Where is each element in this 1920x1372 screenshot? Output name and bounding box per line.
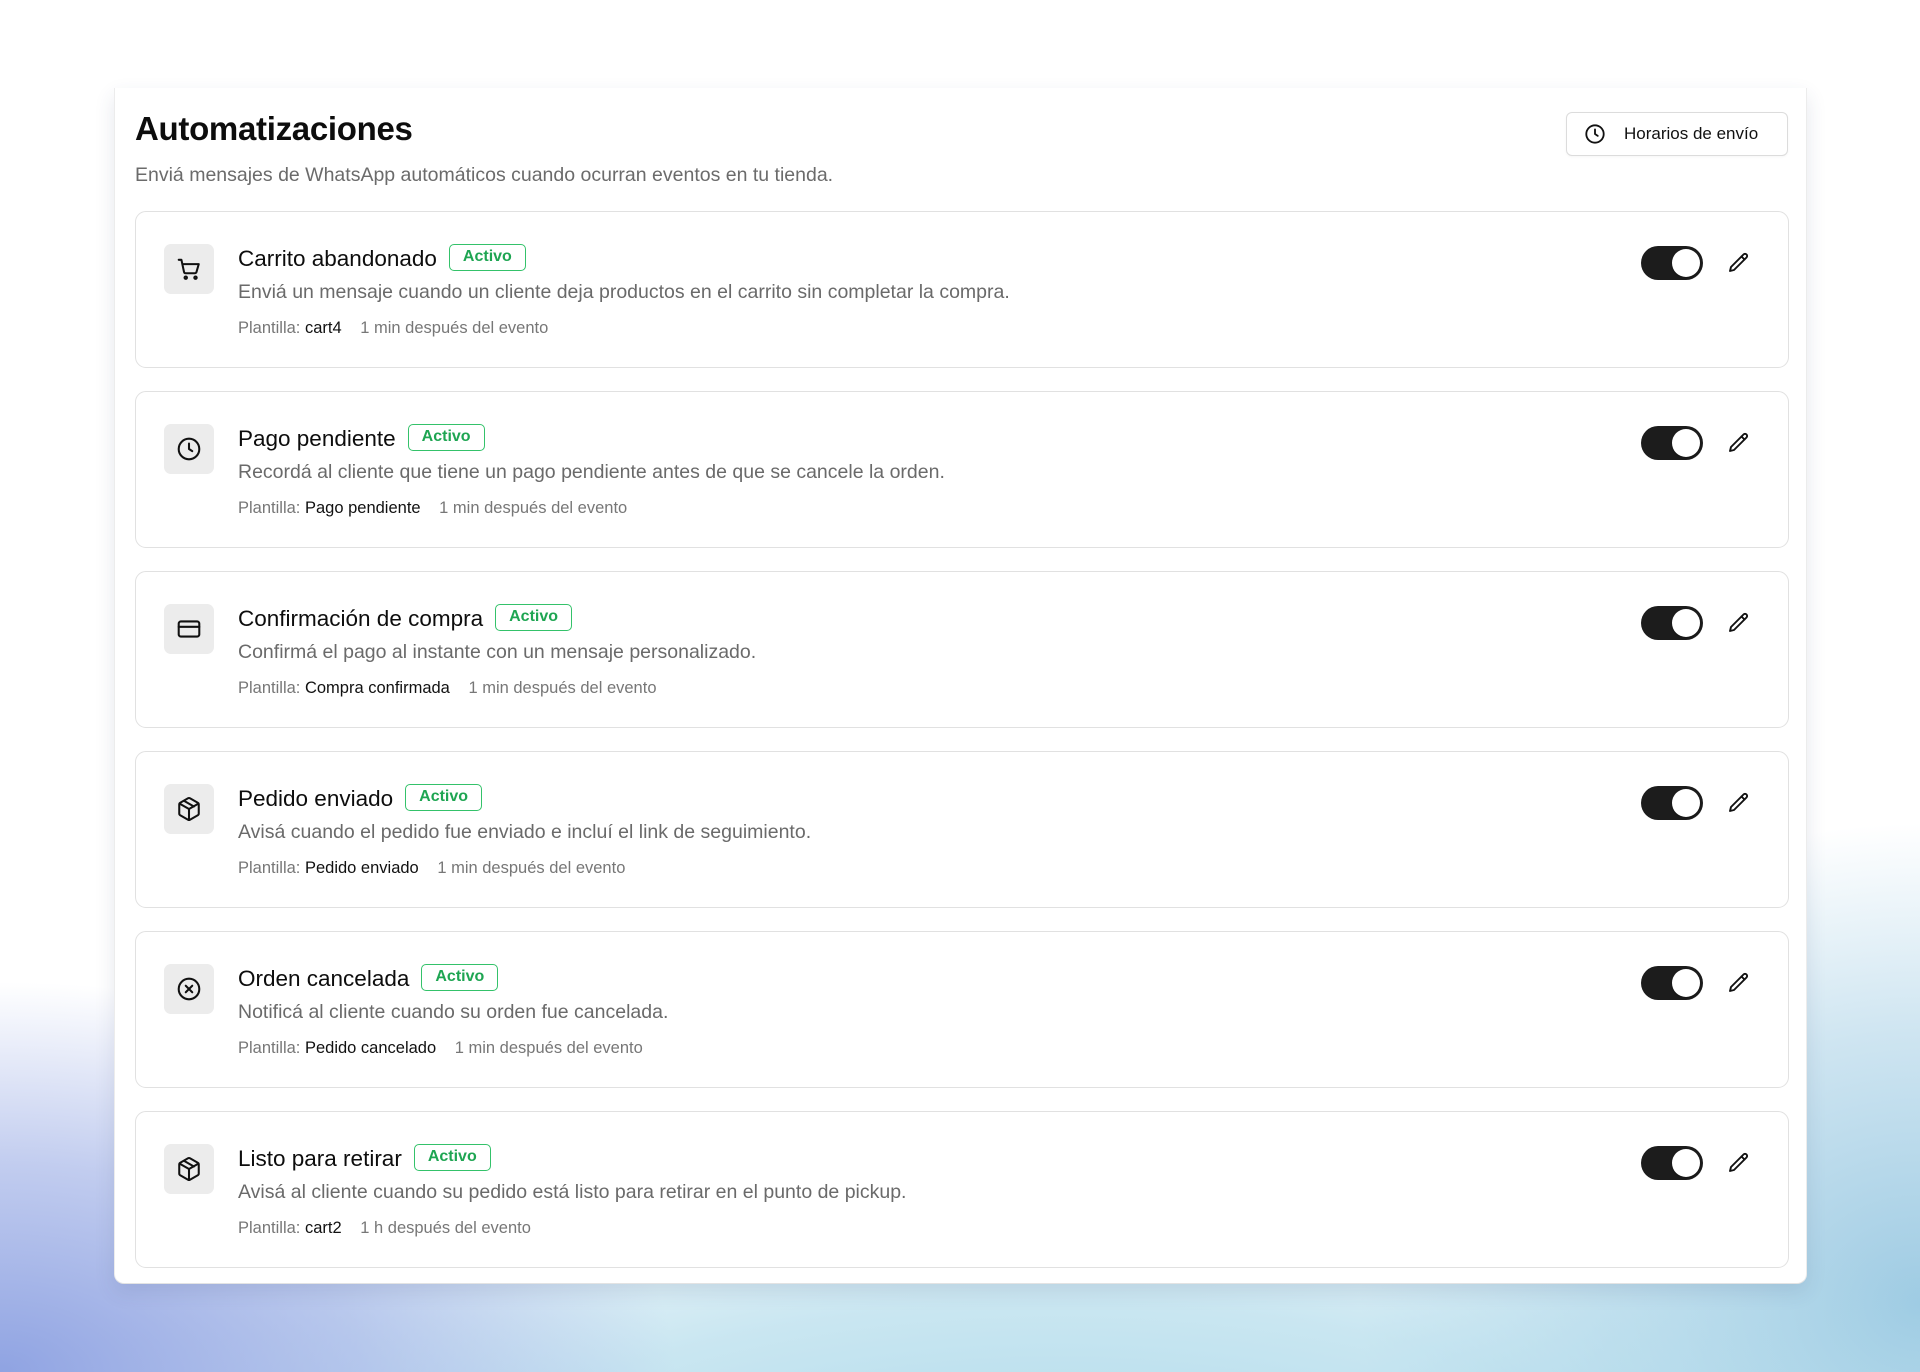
- automation-icon-box: [164, 1144, 214, 1194]
- cart-icon: [177, 258, 200, 280]
- page-header: Automatizaciones Enviá mensajes de Whats…: [135, 102, 1788, 186]
- automation-icon-box: [164, 244, 214, 294]
- automation-icon-box: [164, 424, 214, 474]
- delay-text: 1 min después del evento: [437, 859, 626, 877]
- schedule-button[interactable]: Horarios de envío: [1566, 112, 1788, 156]
- package-icon: [178, 796, 200, 822]
- automations-panel: Automatizaciones Enviá mensajes de Whats…: [114, 88, 1807, 1284]
- enable-toggle[interactable]: [1641, 786, 1703, 820]
- delay-text: 1 h después del evento: [360, 1219, 531, 1237]
- automation-card-1: Carrito abandonado Activo Enviá un mensa…: [135, 211, 1789, 368]
- delay-text: 1 min después del evento: [468, 679, 657, 697]
- toggle-knob: [1672, 249, 1700, 277]
- delay-text: 1 min después del evento: [439, 499, 628, 517]
- automation-card-6: Listo para retirar Activo Avisá al clien…: [135, 1111, 1789, 1268]
- x-circle-icon: [177, 977, 201, 1001]
- automation-description: Recordá al cliente que tiene un pago pen…: [238, 461, 945, 483]
- automation-meta: Plantilla: Pedido cancelado 1 min despué…: [238, 1039, 643, 1058]
- automation-name: Orden cancelada: [238, 965, 410, 991]
- template-label: Plantilla:: [238, 859, 301, 877]
- enable-toggle[interactable]: [1641, 606, 1703, 640]
- edit-button[interactable]: [1725, 429, 1753, 457]
- credit-card-icon: [177, 620, 201, 638]
- delay-text: 1 min después del evento: [360, 319, 549, 337]
- enable-toggle[interactable]: [1641, 246, 1703, 280]
- status-badge: Activo: [448, 244, 526, 271]
- clock-icon: [1584, 123, 1606, 145]
- status-badge: Activo: [413, 1144, 491, 1171]
- automation-name: Pago pendiente: [238, 425, 396, 451]
- pencil-icon: [1729, 253, 1748, 272]
- pencil-icon: [1729, 1153, 1748, 1172]
- edit-button[interactable]: [1725, 249, 1753, 277]
- automation-meta: Plantilla: Pedido enviado 1 min después …: [238, 859, 625, 878]
- status-badge: Activo: [407, 424, 485, 451]
- template-label: Plantilla:: [238, 679, 301, 697]
- toggle-knob: [1672, 429, 1700, 457]
- status-badge: Activo: [421, 964, 499, 991]
- automation-icon-box: [164, 604, 214, 654]
- template-label: Plantilla:: [238, 1219, 301, 1237]
- edit-button[interactable]: [1725, 1149, 1753, 1177]
- template-name: Pago pendiente: [304, 499, 421, 517]
- package-icon: [178, 1156, 200, 1182]
- automation-icon-box: [164, 964, 214, 1014]
- template-name: Pedido enviado: [304, 859, 419, 877]
- template-label: Plantilla:: [238, 319, 301, 337]
- toggle-knob: [1672, 1149, 1700, 1177]
- schedule-button-label: Horarios de envío: [1624, 124, 1759, 143]
- automation-meta: Plantilla: Compra confirmada 1 min despu…: [238, 679, 657, 698]
- automation-meta: Plantilla: cart4 1 min después del event…: [238, 319, 548, 338]
- automation-meta: Plantilla: cart2 1 h después del evento: [238, 1219, 531, 1238]
- automation-name: Carrito abandonado: [238, 245, 437, 271]
- status-badge: Activo: [405, 784, 483, 811]
- automation-description: Notificá al cliente cuando su orden fue …: [238, 1001, 669, 1023]
- automation-card-5: Orden cancelada Activo Notificá al clien…: [135, 931, 1789, 1088]
- page-subtitle: Enviá mensajes de WhatsApp automáticos c…: [135, 164, 834, 186]
- automation-card-4: Pedido enviado Activo Avisá cuando el pe…: [135, 751, 1789, 908]
- clock-icon: [177, 437, 201, 461]
- status-badge: Activo: [495, 604, 573, 631]
- automation-card-2: Pago pendiente Activo Recordá al cliente…: [135, 391, 1789, 548]
- enable-toggle[interactable]: [1641, 966, 1703, 1000]
- edit-button[interactable]: [1725, 789, 1753, 817]
- edit-button[interactable]: [1725, 969, 1753, 997]
- edit-button[interactable]: [1725, 609, 1753, 637]
- template-label: Plantilla:: [238, 499, 301, 517]
- automation-name: Confirmación de compra: [238, 605, 484, 631]
- automation-description: Avisá al cliente cuando su pedido está l…: [238, 1181, 907, 1203]
- toggle-knob: [1672, 609, 1700, 637]
- automation-list: Carrito abandonado Activo Enviá un mensa…: [135, 211, 1789, 1291]
- template-name: cart2: [304, 1219, 342, 1237]
- enable-toggle[interactable]: [1641, 426, 1703, 460]
- automation-description: Confirmá el pago al instante con un mens…: [238, 641, 757, 663]
- automation-description: Enviá un mensaje cuando un cliente deja …: [238, 281, 1010, 303]
- template-name: Pedido cancelado: [304, 1039, 437, 1057]
- pencil-icon: [1729, 973, 1748, 992]
- pencil-icon: [1729, 613, 1748, 632]
- automation-icon-box: [164, 784, 214, 834]
- pencil-icon: [1729, 433, 1748, 452]
- automation-name: Pedido enviado: [238, 785, 394, 811]
- template-name: cart4: [304, 319, 342, 337]
- toggle-knob: [1672, 969, 1700, 997]
- pencil-icon: [1729, 793, 1748, 812]
- automation-name: Listo para retirar: [238, 1145, 402, 1171]
- enable-toggle[interactable]: [1641, 1146, 1703, 1180]
- template-label: Plantilla:: [238, 1039, 301, 1057]
- template-name: Compra confirmada: [304, 679, 450, 697]
- delay-text: 1 min después del evento: [454, 1039, 643, 1057]
- automation-meta: Plantilla: Pago pendiente 1 min después …: [238, 499, 627, 518]
- toggle-knob: [1672, 789, 1700, 817]
- page-title: Automatizaciones: [135, 110, 413, 147]
- automation-description: Avisá cuando el pedido fue enviado e inc…: [238, 821, 812, 843]
- automation-card-3: Confirmación de compra Activo Confirmá e…: [135, 571, 1789, 728]
